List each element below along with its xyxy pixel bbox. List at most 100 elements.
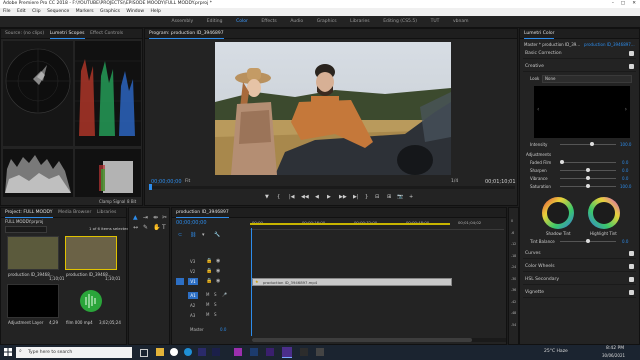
lock-icon[interactable]: 🔒	[206, 278, 212, 284]
workspace-tab[interactable]: Libraries	[350, 16, 369, 27]
slider-thumb[interactable]	[586, 184, 590, 188]
menu-graphics[interactable]: Graphics	[100, 9, 120, 14]
eye-icon[interactable]: ◉	[216, 278, 220, 284]
menu-clip[interactable]: Clip	[32, 9, 41, 14]
workspace-tab[interactable]: Effects	[261, 16, 276, 27]
menu-markers[interactable]: Markers	[76, 9, 94, 14]
checkbox-icon[interactable]	[629, 264, 634, 269]
intensity-value[interactable]: 100.0	[620, 142, 631, 147]
tab-lumetri-color[interactable]: Lumetri Color	[524, 29, 555, 39]
intensity-slider[interactable]	[560, 142, 616, 146]
resolution-dropdown[interactable]: 1/4	[451, 179, 458, 184]
shadow-tint-wheel[interactable]	[540, 195, 576, 231]
track-select-tool-icon[interactable]: ⇥	[143, 214, 148, 221]
look-dropdown[interactable]: None	[542, 75, 632, 83]
track-header-v3[interactable]: V3 🔒 ◉	[176, 258, 250, 266]
task-view-icon[interactable]	[140, 349, 148, 357]
work-area-bar[interactable]	[250, 223, 450, 225]
snap-icon[interactable]: ⊂	[178, 232, 182, 238]
lift-button[interactable]: }	[365, 194, 368, 200]
slider-value[interactable]: 0.0	[622, 160, 628, 165]
solo-button[interactable]: S	[214, 312, 217, 317]
timeline-horizontal-scrollbar[interactable]	[252, 338, 506, 342]
windows-start-icon[interactable]	[4, 348, 12, 356]
slider-thumb[interactable]	[560, 160, 564, 164]
export-frame-icon[interactable]: 📷	[397, 194, 403, 200]
mute-button[interactable]: M	[206, 312, 209, 317]
workspace-tab[interactable]: Editing	[207, 16, 223, 27]
checkbox-icon[interactable]	[629, 277, 634, 282]
step-back-button[interactable]: ◀	[315, 194, 319, 200]
app-icon[interactable]	[316, 348, 324, 356]
hand-tool-icon[interactable]: ✋	[153, 224, 160, 231]
mute-button[interactable]: M	[206, 302, 209, 307]
track-header-a2[interactable]: A2 M S	[176, 302, 250, 310]
section-color-wheels[interactable]: Color Wheels	[523, 263, 636, 272]
maximize-button[interactable]: □	[621, 0, 625, 8]
edge-icon[interactable]	[184, 348, 192, 356]
chrome-icon[interactable]	[170, 348, 178, 356]
master-volume-value[interactable]: 0.0	[220, 327, 226, 332]
playhead[interactable]	[149, 184, 152, 190]
photoshop-icon[interactable]	[250, 348, 258, 356]
highlight-tint-wheel[interactable]	[586, 195, 622, 231]
eye-icon[interactable]: ◉	[216, 258, 220, 264]
master-clip-label[interactable]: Master * production ID_39...	[524, 42, 580, 47]
selection-tool-icon[interactable]: ▲	[133, 214, 138, 221]
look-preview[interactable]: ‹ ›	[534, 86, 630, 138]
slider-value[interactable]: 0.0	[622, 168, 628, 173]
clamp-signal-label[interactable]: Clamp Signal	[99, 199, 125, 204]
video-clip[interactable]: ★ production ID_3946897.mp4	[252, 278, 452, 286]
slider-value[interactable]: 100.0	[620, 184, 631, 189]
eye-icon[interactable]: ◉	[216, 268, 220, 274]
ripple-edit-tool-icon[interactable]: ⇹	[153, 214, 158, 221]
workspace-tab-active[interactable]: Color	[236, 16, 248, 27]
add-marker-icon[interactable]: ▾	[202, 232, 205, 238]
workspace-tab[interactable]: Audio	[290, 16, 303, 27]
faded-film-slider[interactable]	[560, 160, 616, 164]
program-title[interactable]: Program: production ID_3946897	[149, 29, 224, 39]
tab-media-browser[interactable]: Media Browser	[58, 208, 91, 217]
workspace-tab[interactable]: TUT	[431, 16, 440, 27]
file-explorer-icon[interactable]	[156, 348, 164, 356]
button-editor[interactable]: +	[409, 194, 413, 200]
weather-text[interactable]: 25°C Haze	[544, 349, 568, 354]
checkbox-icon[interactable]	[629, 251, 634, 256]
bit-depth-label[interactable]: 8 Bit	[127, 199, 136, 204]
slider-value[interactable]: 0.0	[622, 176, 628, 181]
menu-file[interactable]: File	[3, 9, 11, 14]
menu-sequence[interactable]: Sequence	[47, 9, 69, 14]
step-forward-button[interactable]: ▶▶	[339, 194, 347, 200]
play-button[interactable]: ▶	[327, 194, 331, 200]
selected-clip-label[interactable]: production ID_3946897...	[584, 42, 635, 47]
slider-thumb[interactable]	[586, 239, 590, 243]
app-icon[interactable]	[212, 348, 220, 356]
pen-tool-icon[interactable]: ✎	[143, 224, 148, 231]
slider-thumb[interactable]	[586, 168, 590, 172]
program-timecode[interactable]: 00;00;00;00	[151, 179, 182, 185]
mark-out-button[interactable]: |◀	[289, 194, 295, 200]
type-tool-icon[interactable]: T	[162, 224, 166, 231]
solo-button[interactable]: S	[214, 292, 217, 297]
slider-thumb[interactable]	[590, 142, 594, 146]
checkbox-icon[interactable]	[629, 51, 634, 56]
go-to-out-button[interactable]: ▶|	[353, 194, 359, 200]
clip-thumbnail[interactable]	[7, 236, 59, 270]
chevron-right-icon[interactable]: ›	[625, 106, 627, 113]
premiere-icon[interactable]	[266, 348, 274, 356]
menu-edit[interactable]: Edit	[17, 9, 26, 14]
premiere-active-icon[interactable]	[282, 347, 292, 358]
lock-icon[interactable]: 🔒	[206, 258, 212, 264]
insert-button[interactable]: ⊞	[387, 194, 391, 200]
go-to-in-button[interactable]: ◀◀	[301, 194, 309, 200]
tab-project[interactable]: Project: FULL MODDY	[5, 208, 53, 218]
chevron-left-icon[interactable]: ‹	[537, 106, 539, 113]
checkbox-icon[interactable]	[629, 64, 634, 69]
checkbox-icon[interactable]	[629, 290, 634, 295]
source-patch-v1[interactable]	[176, 278, 184, 285]
workspace-tab[interactable]: vbnam	[453, 16, 469, 27]
extract-button[interactable]: ⊟	[375, 194, 379, 200]
project-search-input[interactable]	[5, 226, 47, 233]
tab-lumetri-scopes[interactable]: Lumetri Scopes	[49, 29, 85, 39]
razor-tool-icon[interactable]: ✂	[162, 214, 167, 221]
